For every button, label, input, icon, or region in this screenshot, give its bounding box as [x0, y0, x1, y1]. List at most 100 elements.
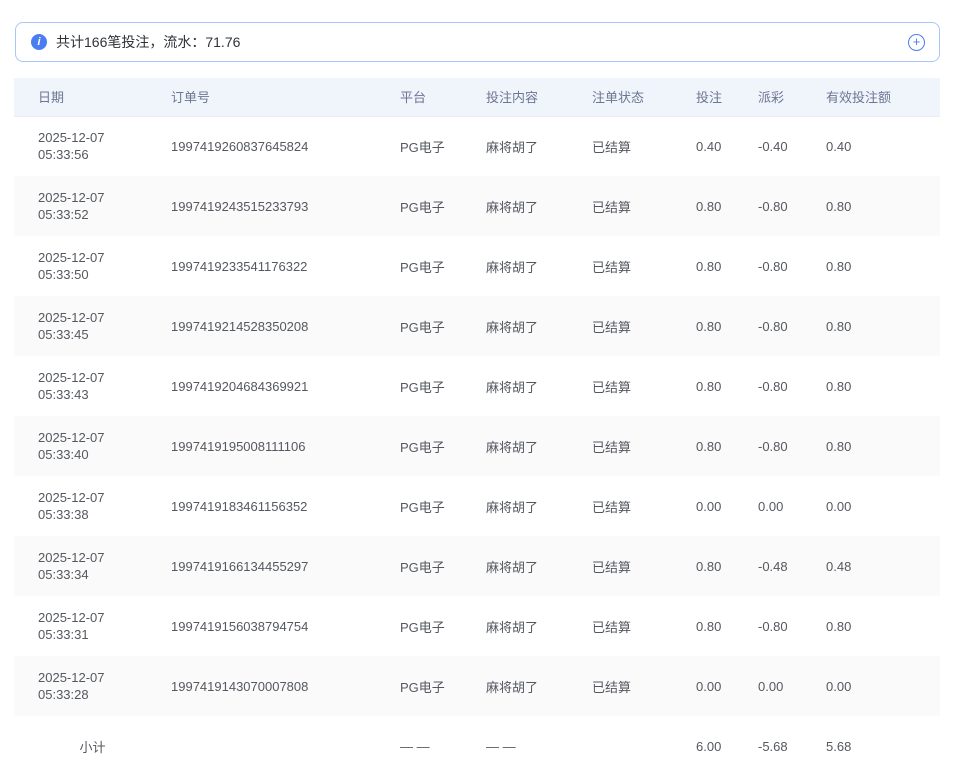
bet-value-cell: 0.40 [696, 116, 758, 176]
subtotal-status-cell [592, 716, 696, 767]
date-cell: 2025-12-07 05:33:28 [14, 656, 171, 716]
date-cell: 2025-12-07 05:33:31 [14, 596, 171, 656]
date-text: 2025-12-07 [38, 549, 171, 566]
subtotal-label: 小计 [14, 716, 171, 767]
table-row: 2025-12-07 05:33:28 1997419143070007808 … [14, 656, 940, 716]
valid-bet-cell: 0.80 [826, 596, 940, 656]
valid-bet-cell: 0.80 [826, 176, 940, 236]
bet-value-cell: 0.00 [696, 476, 758, 536]
date-cell: 2025-12-07 05:33:50 [14, 236, 171, 296]
order-number-cell: 1997419204684369921 [171, 356, 400, 416]
table-row: 2025-12-07 05:33:50 1997419233541176322 … [14, 236, 940, 296]
table-row: 2025-12-07 05:33:52 1997419243515233793 … [14, 176, 940, 236]
payout-value-cell: -0.80 [758, 596, 826, 656]
payout-value-cell: 0.00 [758, 656, 826, 716]
bet-value-cell: 0.80 [696, 356, 758, 416]
platform-cell: PG电子 [400, 656, 486, 716]
order-number-cell: 1997419156038794754 [171, 596, 400, 656]
table-row: 2025-12-07 05:33:40 1997419195008111106 … [14, 416, 940, 476]
bet-content-cell: 麻将胡了 [486, 416, 592, 476]
platform-cell: PG电子 [400, 416, 486, 476]
payout-value-cell: -0.80 [758, 176, 826, 236]
status-cell: 已结算 [592, 116, 696, 176]
payout-value-cell: -0.80 [758, 356, 826, 416]
valid-bet-cell: 0.40 [826, 116, 940, 176]
status-cell: 已结算 [592, 416, 696, 476]
date-cell: 2025-12-07 05:33:52 [14, 176, 171, 236]
summary-alert: i 共计166笔投注，流水：71.76 + [15, 22, 940, 62]
payout-value-cell: -0.80 [758, 296, 826, 356]
date-text: 2025-12-07 [38, 489, 171, 506]
date-text: 2025-12-07 [38, 249, 171, 266]
valid-bet-cell: 0.00 [826, 476, 940, 536]
info-circle-icon: i [31, 34, 47, 50]
order-number-cell: 1997419214528350208 [171, 296, 400, 356]
table-row: 2025-12-07 05:33:38 1997419183461156352 … [14, 476, 940, 536]
bet-content-cell: 麻将胡了 [486, 596, 592, 656]
bet-content-cell: 麻将胡了 [486, 476, 592, 536]
bet-content-cell: 麻将胡了 [486, 536, 592, 596]
date-text: 2025-12-07 [38, 309, 171, 326]
valid-bet-cell: 0.80 [826, 416, 940, 476]
bet-value-cell: 0.80 [696, 596, 758, 656]
subtotal-valid-value: 5.68 [826, 716, 940, 767]
platform-cell: PG电子 [400, 476, 486, 536]
subtotal-content-cell: — — [486, 716, 592, 767]
table-row: 2025-12-07 05:33:31 1997419156038794754 … [14, 596, 940, 656]
betting-records-table: 日期 订单号 平台 投注内容 注单状态 投注 派彩 有效投注额 2025-12-… [14, 78, 940, 767]
table-row: 2025-12-07 05:33:56 1997419260837645824 … [14, 116, 940, 176]
date-cell: 2025-12-07 05:33:34 [14, 536, 171, 596]
status-cell: 已结算 [592, 596, 696, 656]
summary-text: 共计166笔投注，流水：71.76 [56, 32, 240, 52]
column-header-content: 投注内容 [486, 78, 592, 116]
bet-content-cell: 麻将胡了 [486, 356, 592, 416]
column-header-platform: 平台 [400, 78, 486, 116]
valid-bet-cell: 0.00 [826, 656, 940, 716]
column-header-order: 订单号 [171, 78, 400, 116]
valid-bet-cell: 0.80 [826, 356, 940, 416]
time-text: 05:33:45 [38, 326, 171, 343]
table-row: 2025-12-07 05:33:43 1997419204684369921 … [14, 356, 940, 416]
subtotal-platform-cell: — — [400, 716, 486, 767]
platform-cell: PG电子 [400, 356, 486, 416]
date-text: 2025-12-07 [38, 189, 171, 206]
order-number-cell: 1997419233541176322 [171, 236, 400, 296]
date-cell: 2025-12-07 05:33:56 [14, 116, 171, 176]
time-text: 05:33:56 [38, 146, 171, 163]
payout-value-cell: -0.80 [758, 236, 826, 296]
time-text: 05:33:43 [38, 386, 171, 403]
table-header-row: 日期 订单号 平台 投注内容 注单状态 投注 派彩 有效投注额 [14, 78, 940, 116]
status-cell: 已结算 [592, 476, 696, 536]
column-header-bet: 投注 [696, 78, 758, 116]
bet-value-cell: 0.80 [696, 536, 758, 596]
status-cell: 已结算 [592, 356, 696, 416]
bet-content-cell: 麻将胡了 [486, 296, 592, 356]
order-number-cell: 1997419195008111106 [171, 416, 400, 476]
column-header-payout: 派彩 [758, 78, 826, 116]
status-cell: 已结算 [592, 176, 696, 236]
status-cell: 已结算 [592, 296, 696, 356]
table-row: 2025-12-07 05:33:34 1997419166134455297 … [14, 536, 940, 596]
date-cell: 2025-12-07 05:33:43 [14, 356, 171, 416]
payout-value-cell: 0.00 [758, 476, 826, 536]
bet-value-cell: 0.80 [696, 236, 758, 296]
date-text: 2025-12-07 [38, 369, 171, 386]
bet-value-cell: 0.80 [696, 176, 758, 236]
payout-value-cell: -0.40 [758, 116, 826, 176]
date-text: 2025-12-07 [38, 429, 171, 446]
payout-value-cell: -0.48 [758, 536, 826, 596]
valid-bet-cell: 0.48 [826, 536, 940, 596]
order-number-cell: 1997419166134455297 [171, 536, 400, 596]
expand-button[interactable]: + [908, 34, 925, 51]
order-number-cell: 1997419260837645824 [171, 116, 400, 176]
status-cell: 已结算 [592, 536, 696, 596]
subtotal-row: 小计 — — — — 6.00 -5.68 5.68 [14, 716, 940, 767]
order-number-cell: 1997419243515233793 [171, 176, 400, 236]
platform-cell: PG电子 [400, 536, 486, 596]
time-text: 05:33:31 [38, 626, 171, 643]
time-text: 05:33:40 [38, 446, 171, 463]
column-header-status: 注单状态 [592, 78, 696, 116]
order-number-cell: 1997419183461156352 [171, 476, 400, 536]
platform-cell: PG电子 [400, 596, 486, 656]
date-cell: 2025-12-07 05:33:38 [14, 476, 171, 536]
